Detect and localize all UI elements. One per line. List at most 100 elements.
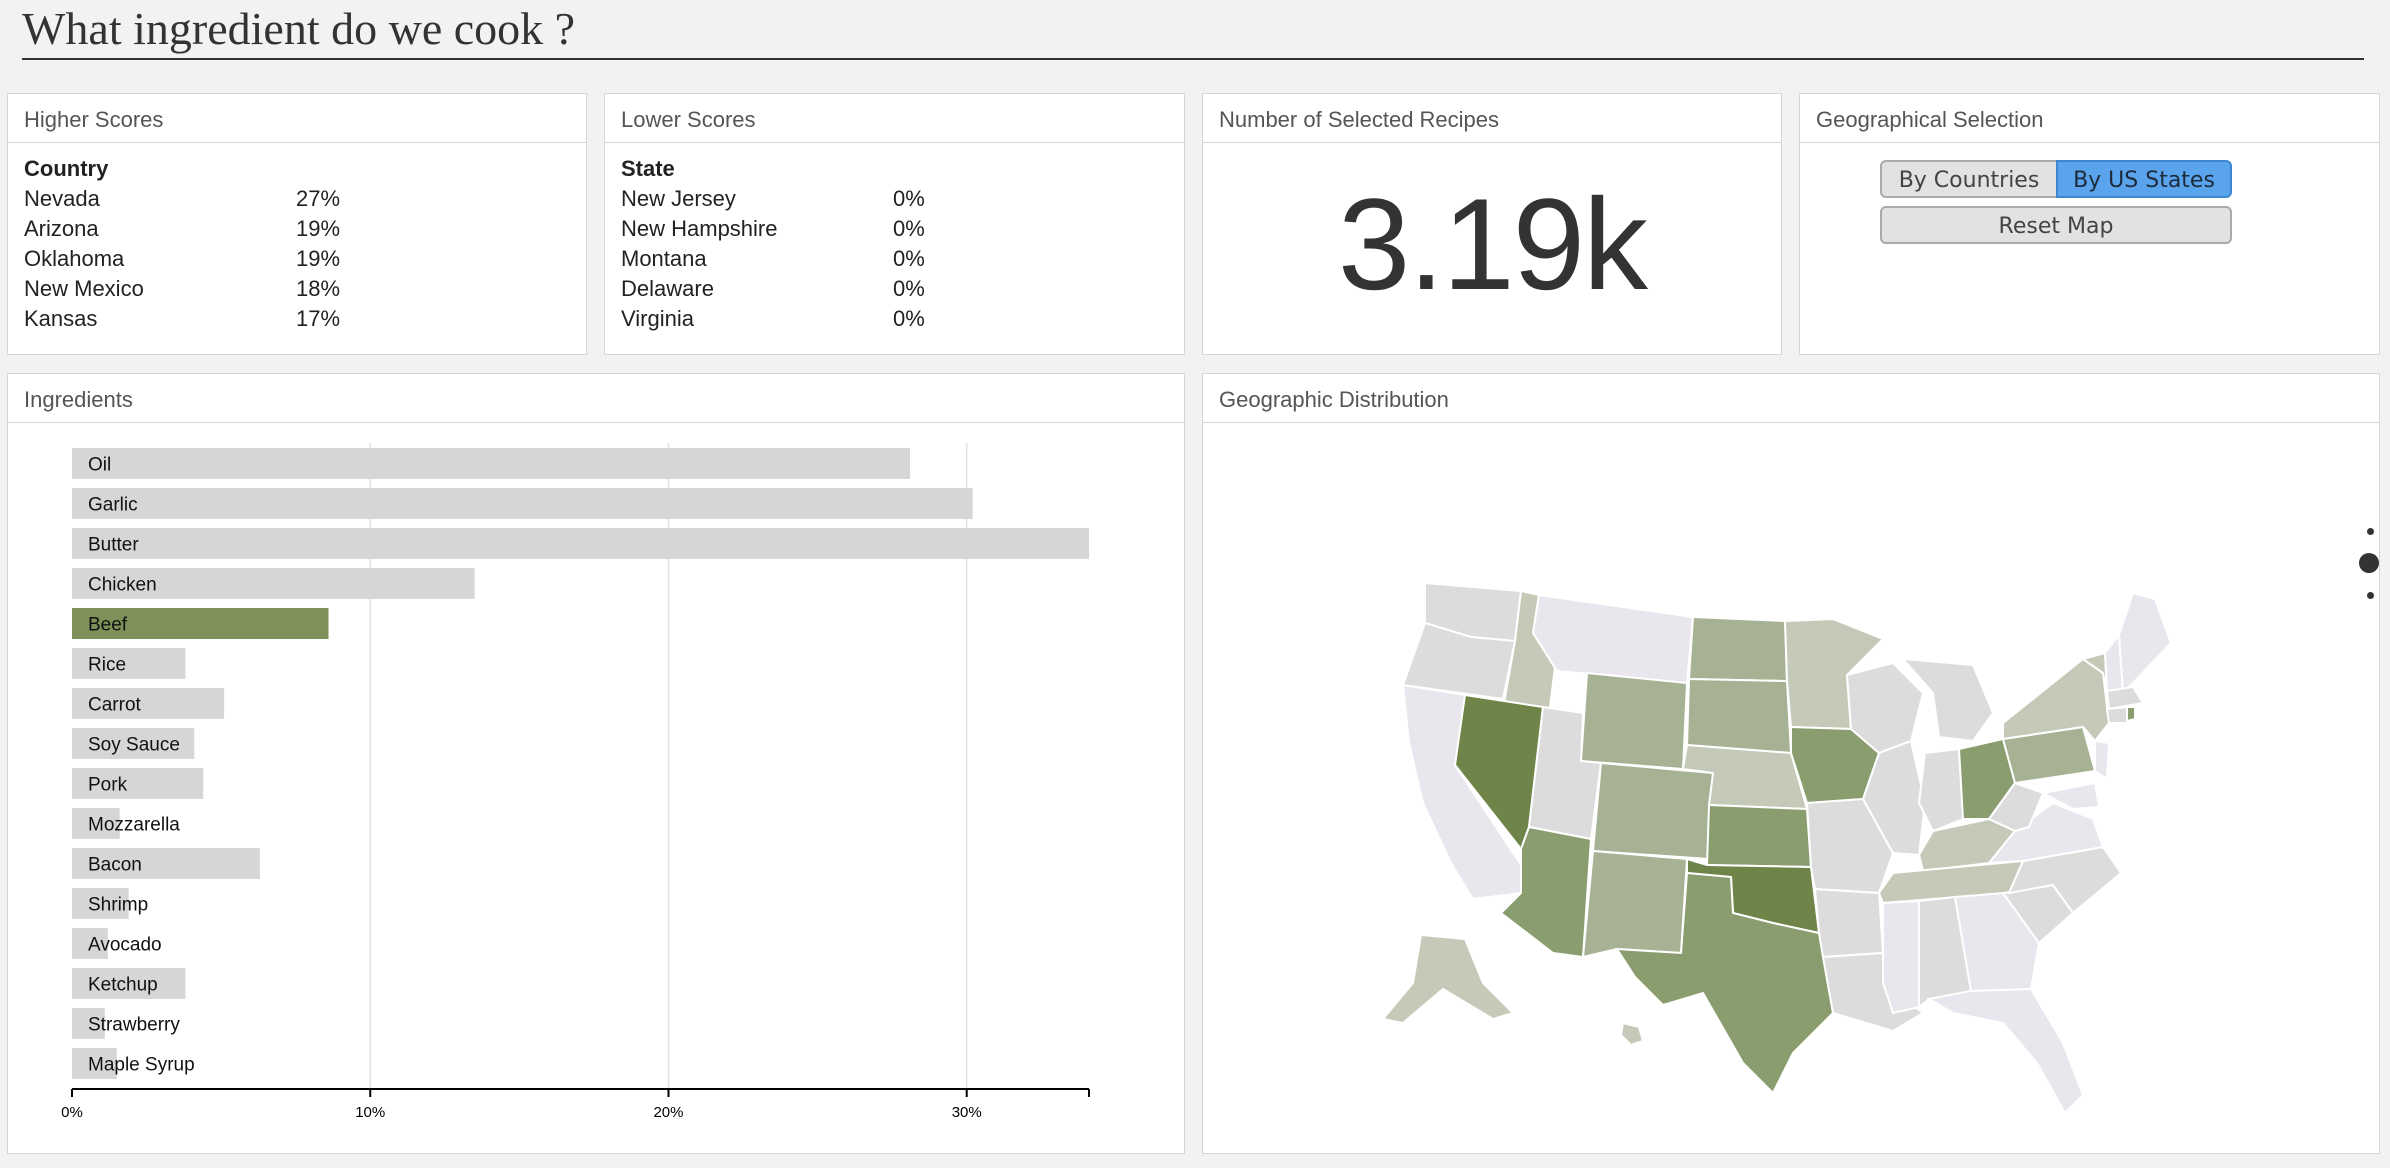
state-indiana[interactable] [1917, 747, 1965, 833]
state-rhode-island[interactable] [2126, 706, 2136, 723]
state-new-york[interactable] [2002, 657, 2111, 743]
page-title: What ingredient do we cook ? [22, 3, 576, 54]
table-row: New Hampshire 0% [621, 214, 981, 244]
x-tick-label: 0% [61, 1104, 83, 1121]
score-value: 19% [296, 246, 341, 271]
lower-scores-column-header: State [621, 156, 675, 181]
score-value: 0% [893, 246, 925, 271]
bar-label: Ketchup [88, 975, 158, 996]
table-row: Kansas 17% [24, 304, 384, 334]
state-new-jersey[interactable] [2094, 739, 2111, 781]
score-name: Arizona [24, 216, 99, 241]
bar-label: Garlic [88, 495, 138, 516]
score-name: Delaware [621, 276, 714, 301]
bar-garlic[interactable] [72, 488, 973, 519]
score-name: New Mexico [24, 276, 144, 301]
by-us-states-button[interactable]: By US States [2056, 160, 2232, 198]
score-value: 18% [296, 276, 341, 301]
state-arkansas[interactable] [1813, 887, 1885, 959]
bar-label: Oil [88, 455, 111, 476]
x-tick-label: 30% [952, 1104, 982, 1121]
bar-butter[interactable] [72, 528, 1089, 559]
higher-scores-header: Higher Scores [8, 94, 586, 143]
bar-label: Beef [88, 615, 128, 636]
lower-scores-header: Lower Scores [605, 94, 1184, 143]
score-name: Oklahoma [24, 246, 125, 271]
lower-scores-table: State New Jersey 0% New Hampshire 0% Monta… [621, 154, 981, 334]
state-alaska[interactable] [1381, 933, 1515, 1025]
score-name: Virginia [621, 306, 694, 331]
geo-selection-header: Geographical Selection [1800, 94, 2379, 143]
state-south-dakota[interactable] [1685, 677, 1793, 755]
bar-label: Rice [88, 655, 126, 676]
state-maine[interactable] [2117, 591, 2173, 696]
bar-label: Chicken [88, 575, 157, 596]
score-value: 0% [893, 216, 925, 241]
table-row: New Jersey 0% [621, 184, 981, 214]
bar-label: Bacon [88, 855, 142, 876]
reset-map-button[interactable]: Reset Map [1880, 206, 2232, 244]
table-row: New Mexico 18% [24, 274, 384, 304]
higher-scores-column-header: Country [24, 156, 109, 181]
score-value: 0% [893, 306, 925, 331]
bar-label: Strawberry [88, 1015, 180, 1036]
scroll-indicator-active[interactable] [2359, 553, 2379, 573]
state-florida[interactable] [1926, 987, 2085, 1115]
state-massachusetts[interactable] [2105, 685, 2145, 711]
state-montana[interactable] [1531, 593, 1695, 685]
by-countries-button[interactable]: By Countries [1880, 160, 2056, 198]
table-row: Arizona 19% [24, 214, 384, 244]
score-name: New Jersey [621, 186, 736, 211]
geo-distribution-header: Geographic Distribution [1203, 374, 2379, 423]
score-name: Montana [621, 246, 707, 271]
bar-oil[interactable] [72, 448, 911, 479]
us-states-map[interactable] [1203, 423, 2379, 1153]
ingredients-bar-chart: Oil Garlic Butter Chicken Beef Rice Carrot Soy … [61, 443, 1090, 1121]
bar-label: Avocado [88, 935, 162, 956]
title-underline [22, 58, 2364, 60]
state-north-dakota[interactable] [1687, 615, 1789, 683]
lower-scores-panel: Lower Scores State New Jersey 0% New Hamp… [604, 93, 1185, 355]
bar-label: Carrot [88, 695, 142, 716]
x-tick-label: 20% [653, 1104, 683, 1121]
higher-scores-panel: Higher Scores Country Nevada 27% Arizona 1… [7, 93, 587, 355]
table-row: Montana 0% [621, 244, 981, 274]
table-row: Oklahoma 19% [24, 244, 384, 274]
table-row: Virginia 0% [621, 304, 981, 334]
table-row: Delaware 0% [621, 274, 981, 304]
bar-label: Mozzarella [88, 815, 180, 836]
selected-recipes-panel: Number of Selected Recipes 3.19k [1202, 93, 1782, 355]
ingredients-header: Ingredients [8, 374, 1184, 423]
bar-label: Maple Syrup [88, 1055, 195, 1076]
x-tick-label: 10% [355, 1104, 385, 1121]
score-value: 0% [893, 276, 925, 301]
scroll-indicator-small-bottom[interactable] [2367, 592, 2374, 599]
score-name: Nevada [24, 186, 100, 211]
state-colorado[interactable] [1591, 761, 1715, 861]
higher-scores-table: Country Nevada 27% Arizona 19% Oklahoma 19%… [24, 154, 384, 334]
state-mississippi[interactable] [1882, 899, 1920, 1015]
ingredients-panel: Ingredients Oil Garlic Butter Chicken Beef Ri… [7, 373, 1185, 1154]
bar-label: Soy Sauce [88, 735, 180, 756]
state-kansas[interactable] [1705, 803, 1813, 869]
state-wyoming[interactable] [1579, 671, 1689, 771]
table-row: Nevada 27% [24, 184, 384, 214]
score-name: New Hampshire [621, 216, 778, 241]
score-value: 19% [296, 216, 341, 241]
score-value: 0% [893, 186, 925, 211]
geo-mode-toggle: By Countries By US States [1880, 160, 2232, 198]
bar-label: Pork [88, 775, 128, 796]
state-new-mexico[interactable] [1581, 849, 1689, 959]
score-value: 17% [296, 306, 341, 331]
state-hawaii[interactable] [1619, 1021, 1645, 1047]
bar-label: Butter [88, 535, 139, 556]
selected-recipes-header: Number of Selected Recipes [1203, 94, 1781, 143]
score-value: 27% [296, 186, 341, 211]
geo-selection-panel: Geographical Selection By Countries By U… [1799, 93, 2380, 355]
scroll-indicator-small-top[interactable] [2367, 528, 2374, 535]
state-connecticut[interactable] [2105, 705, 2128, 724]
selected-recipes-count: 3.19k [1337, 171, 1648, 317]
geo-distribution-panel: Geographic Distribution [1202, 373, 2380, 1154]
score-name: Kansas [24, 306, 98, 331]
bar-label: Shrimp [88, 895, 148, 916]
